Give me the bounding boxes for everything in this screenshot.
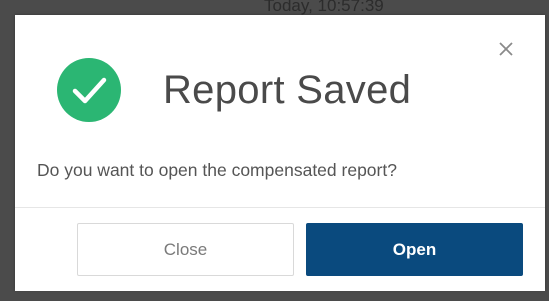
open-button[interactable]: Open [306, 223, 523, 276]
background-timestamp: Today, 10:57:39 [264, 0, 384, 15]
close-button[interactable]: Close [77, 223, 294, 276]
report-saved-dialog: Report Saved Do you want to open the com… [15, 15, 545, 291]
dialog-title: Report Saved [163, 68, 412, 112]
check-circle-icon [57, 58, 121, 122]
dialog-message: Do you want to open the compensated repo… [37, 160, 397, 180]
close-icon[interactable] [495, 38, 517, 60]
dialog-footer: Close Open [15, 207, 545, 291]
